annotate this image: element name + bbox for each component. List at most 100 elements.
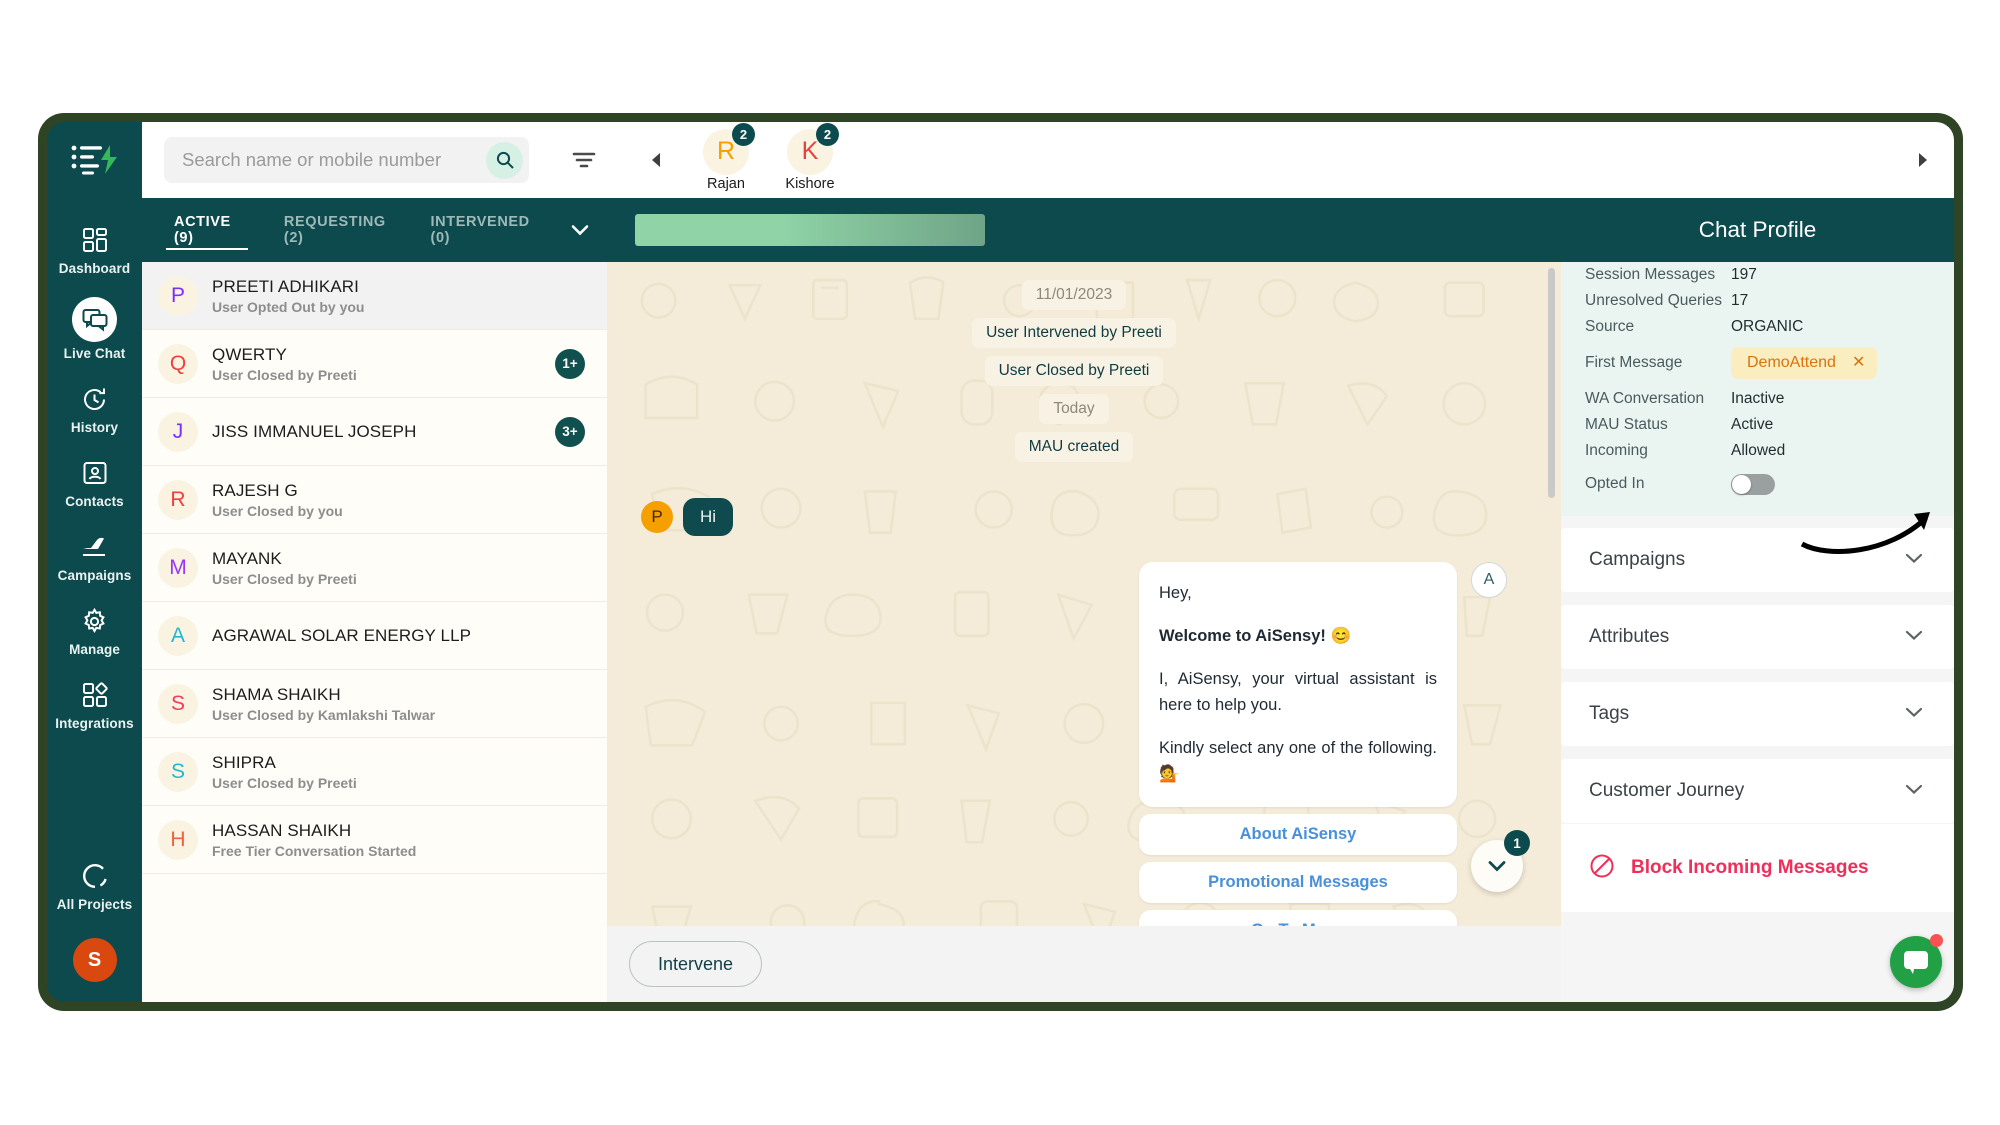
sidebar-item-campaigns[interactable]: Campaigns [47,519,142,593]
sidebar-item-label: Contacts [65,494,124,509]
contact-name: PREETI ADHIKARI [212,276,359,296]
sidebar-item-manage[interactable]: Manage [47,593,142,667]
accordion-campaigns[interactable]: Campaigns [1561,528,1954,592]
search-input[interactable] [182,149,486,171]
accordion-tags[interactable]: Tags [1561,682,1954,746]
list-item[interactable]: S SHIPRA User Closed by Preeti [142,738,607,806]
sidebar-item-live-chat[interactable]: Live Chat [47,286,142,371]
avatar: S [158,751,198,792]
agent-chip-rajan[interactable]: R 2 Rajan [693,122,759,192]
avatar-initial: M [169,555,187,579]
list-item[interactable]: A AGRAWAL SOLAR ENERGY LLP [142,602,607,670]
search-icon[interactable] [486,141,523,179]
info-row-first-message: First Message DemoAttend ✕ [1585,340,1930,386]
sidebar-item-label: Live Chat [63,346,126,361]
list-item[interactable]: S SHAMA SHAIKH User Closed by Kamlakshi … [142,670,607,738]
close-icon[interactable]: ✕ [1852,355,1865,371]
sidebar-item-history[interactable]: History [47,371,142,445]
intervene-button[interactable]: Intervene [629,941,763,987]
block-incoming-messages-button[interactable]: Block Incoming Messages [1561,824,1954,912]
main-area: R 2 Rajan K 2 Kishore [142,122,1954,1002]
info-value: Active [1731,416,1774,433]
system-message: User Closed by Preeti [984,356,1164,386]
chevron-right-icon[interactable] [1916,151,1930,169]
list-item[interactable]: R RAJESH G User Closed by you [142,466,607,534]
divider [1561,747,1954,759]
info-row-incoming: Incoming Allowed [1585,438,1930,464]
scrollbar[interactable] [1548,268,1555,498]
sidebar-item-dashboard[interactable]: Dashboard [47,212,142,286]
info-value: ORGANIC [1731,318,1804,335]
list-item-texts: AGRAWAL SOLAR ENERGY LLP [212,626,585,646]
message-scroll-area[interactable]: 11/01/2023 User Intervened by Preeti Use… [607,262,1561,926]
list-item-texts: QWERTY User Closed by Preeti [212,345,541,383]
contact-status: User Closed by Preeti [212,774,357,791]
tab-active[interactable]: ACTIVE (9) [152,198,262,262]
contact-status: User Opted Out by you [212,298,365,315]
divider [1561,593,1954,605]
contact-name: SHIPRA [212,752,276,772]
sidebar: Dashboard Live Chat History Contacts Cam… [47,122,142,1002]
list-item[interactable]: H HASSAN SHAIKH Free Tier Conversation S… [142,806,607,874]
avatar[interactable]: S [72,938,117,982]
chat-list[interactable]: P PREETI ADHIKARI User Opted Out by you … [142,262,607,1002]
notification-dot [1930,934,1943,947]
scroll-to-bottom-button[interactable]: 1 [1471,830,1530,892]
avatar: S [158,683,198,724]
info-value: 17 [1731,292,1749,309]
sidebar-item-integrations[interactable]: Integrations [47,667,142,741]
list-item[interactable]: P PREETI ADHIKARI User Opted Out by you [142,262,607,330]
agent-chip-kishore[interactable]: K 2 Kishore [777,122,843,192]
tab-intervened[interactable]: INTERVENED (0) [409,198,553,262]
profile-scroll-area[interactable]: Session Messages 197 Unresolved Queries … [1561,262,1954,1002]
aisensy-logo-icon[interactable] [47,122,142,198]
list-item-texts: RAJESH G User Closed by you [212,481,585,519]
sidebar-item-contacts[interactable]: Contacts [47,445,142,519]
unread-badge: 1 [1504,830,1530,856]
quick-reply-go-to-menu[interactable]: Go To Menu [1139,910,1457,926]
quick-reply-promotional-messages[interactable]: Promotional Messages [1139,862,1457,904]
sidebar-item-label: Dashboard [58,261,131,276]
intercom-chat-icon[interactable] [1890,934,1943,988]
contact-status: User Closed by Kamlakshi Talwar [212,706,436,723]
chevron-left-icon[interactable] [649,151,663,169]
list-item[interactable]: Q QWERTY User Closed by Preeti 1+ [142,330,607,398]
chat-list-tabs: ACTIVE (9) REQUESTING (2) INTERVENED (0) [142,198,607,262]
avatar-initial: R [716,137,736,165]
chevron-down-icon [1488,861,1506,872]
info-row-source: Source ORGANIC [1585,314,1930,340]
avatar-initial: J [172,419,184,443]
gear-icon [78,604,112,638]
accordion-attributes[interactable]: Attributes [1561,605,1954,669]
filter-icon[interactable] [571,150,597,170]
avatar: R [158,479,198,520]
app-window: Dashboard Live Chat History Contacts Cam… [47,122,1954,1002]
list-item[interactable]: M MAYANK User Closed by Preeti [142,534,607,602]
tab-requesting[interactable]: REQUESTING (2) [262,198,409,262]
outgoing-stack: Hey, Welcome to AiSensy! 😊 I, AiSensy, y… [1139,562,1457,926]
chat-header-placeholder [635,214,985,246]
outgoing-message-row: Hey, Welcome to AiSensy! 😊 I, AiSensy, y… [1139,562,1507,926]
info-row-unresolved-queries: Unresolved Queries 17 [1585,288,1930,314]
agent-name: Rajan [707,175,745,192]
list-item-texts: JISS IMMANUEL JOSEPH [212,422,541,442]
chat-bubbles-icon [72,297,117,342]
contact-card-icon [78,456,112,490]
list-item[interactable]: J JISS IMMANUEL JOSEPH 3+ [142,398,607,466]
list-item-texts: SHAMA SHAIKH User Closed by Kamlakshi Ta… [212,685,585,723]
sidebar-item-all-projects[interactable]: All Projects [47,848,142,922]
avatar: A [1471,562,1507,598]
avatar-initial: S [170,759,185,783]
sidebar-item-label: History [70,420,119,435]
opted-in-toggle[interactable] [1731,473,1775,495]
system-message: MAU created [1014,432,1134,462]
date-divider: Today [1039,394,1109,424]
block-label: Block Incoming Messages [1631,857,1869,878]
tag-label: DemoAttend [1747,354,1836,371]
accordion-customer-journey[interactable]: Customer Journey [1561,759,1954,823]
contact-status: User Closed by you [212,502,343,519]
quick-reply-about-aisensy[interactable]: About AiSensy [1139,814,1457,856]
unread-badge: 3+ [555,416,585,447]
profile-info-card: Session Messages 197 Unresolved Queries … [1561,262,1954,516]
chevron-down-icon[interactable] [553,223,607,237]
